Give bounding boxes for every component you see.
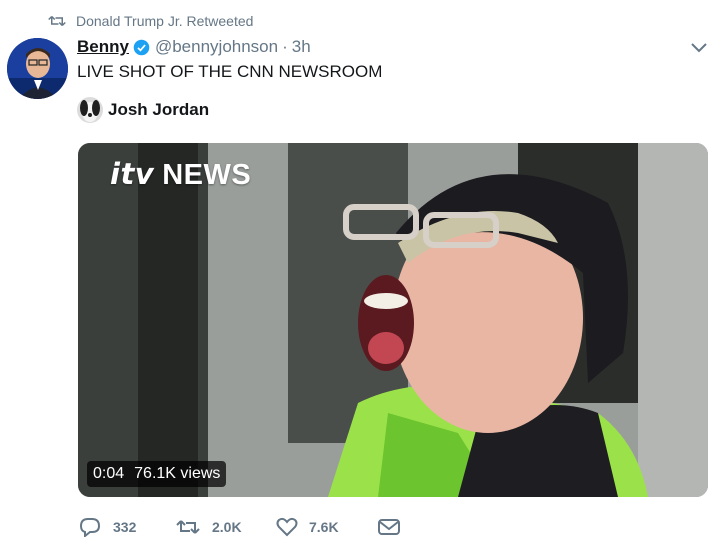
logo-itv: itv [110,157,155,191]
video-frame [78,143,708,497]
author-handle[interactable]: @bennyjohnson [155,37,278,57]
avatar-image [7,38,68,99]
itv-news-logo: itv NEWS [110,157,251,192]
direct-message-button[interactable] [377,518,412,536]
reply-button[interactable]: 332 [78,517,175,537]
retweet-label[interactable]: Donald Trump Jr. Retweeted [76,13,253,29]
video-info-badge: 0:04 76.1K views [87,461,227,487]
retweet-button[interactable]: 2.0K [175,517,276,537]
retweet-action-icon [176,520,200,534]
heart-icon [276,517,298,537]
tweet-timestamp[interactable]: 3h [292,37,311,57]
separator-dot: · [282,37,288,56]
chevron-down-icon[interactable] [690,41,708,55]
like-count: 7.6K [309,519,339,535]
reply-icon [79,518,101,537]
author-name[interactable]: Benny [77,37,129,57]
retweet-count: 2.0K [212,519,242,535]
tweet-header: Benny @bennyjohnson · 3h [77,35,311,59]
video-duration: 0:04 [93,465,125,482]
tweet-text: LIVE SHOT OF THE CNN NEWSROOM [77,62,383,81]
retweet-context: Donald Trump Jr. Retweeted [48,11,253,31]
retweet-icon [48,15,66,27]
like-button[interactable]: 7.6K [276,517,377,537]
logo-news: NEWS [162,159,252,191]
reply-count: 332 [113,519,137,535]
quoted-user[interactable]: Josh Jordan [77,96,209,124]
author-avatar[interactable] [7,38,68,99]
verified-badge-icon [133,39,150,55]
dog-avatar-image [77,97,103,123]
video-player[interactable]: itv NEWS 0:04 76.1K views [78,143,708,497]
quote-avatar [77,97,103,123]
envelope-icon [378,519,400,535]
video-views: 76.1K views [134,465,221,482]
quote-user-name: Josh Jordan [108,100,210,119]
tweet-actions: 332 2.0K 7.6K [78,514,412,540]
